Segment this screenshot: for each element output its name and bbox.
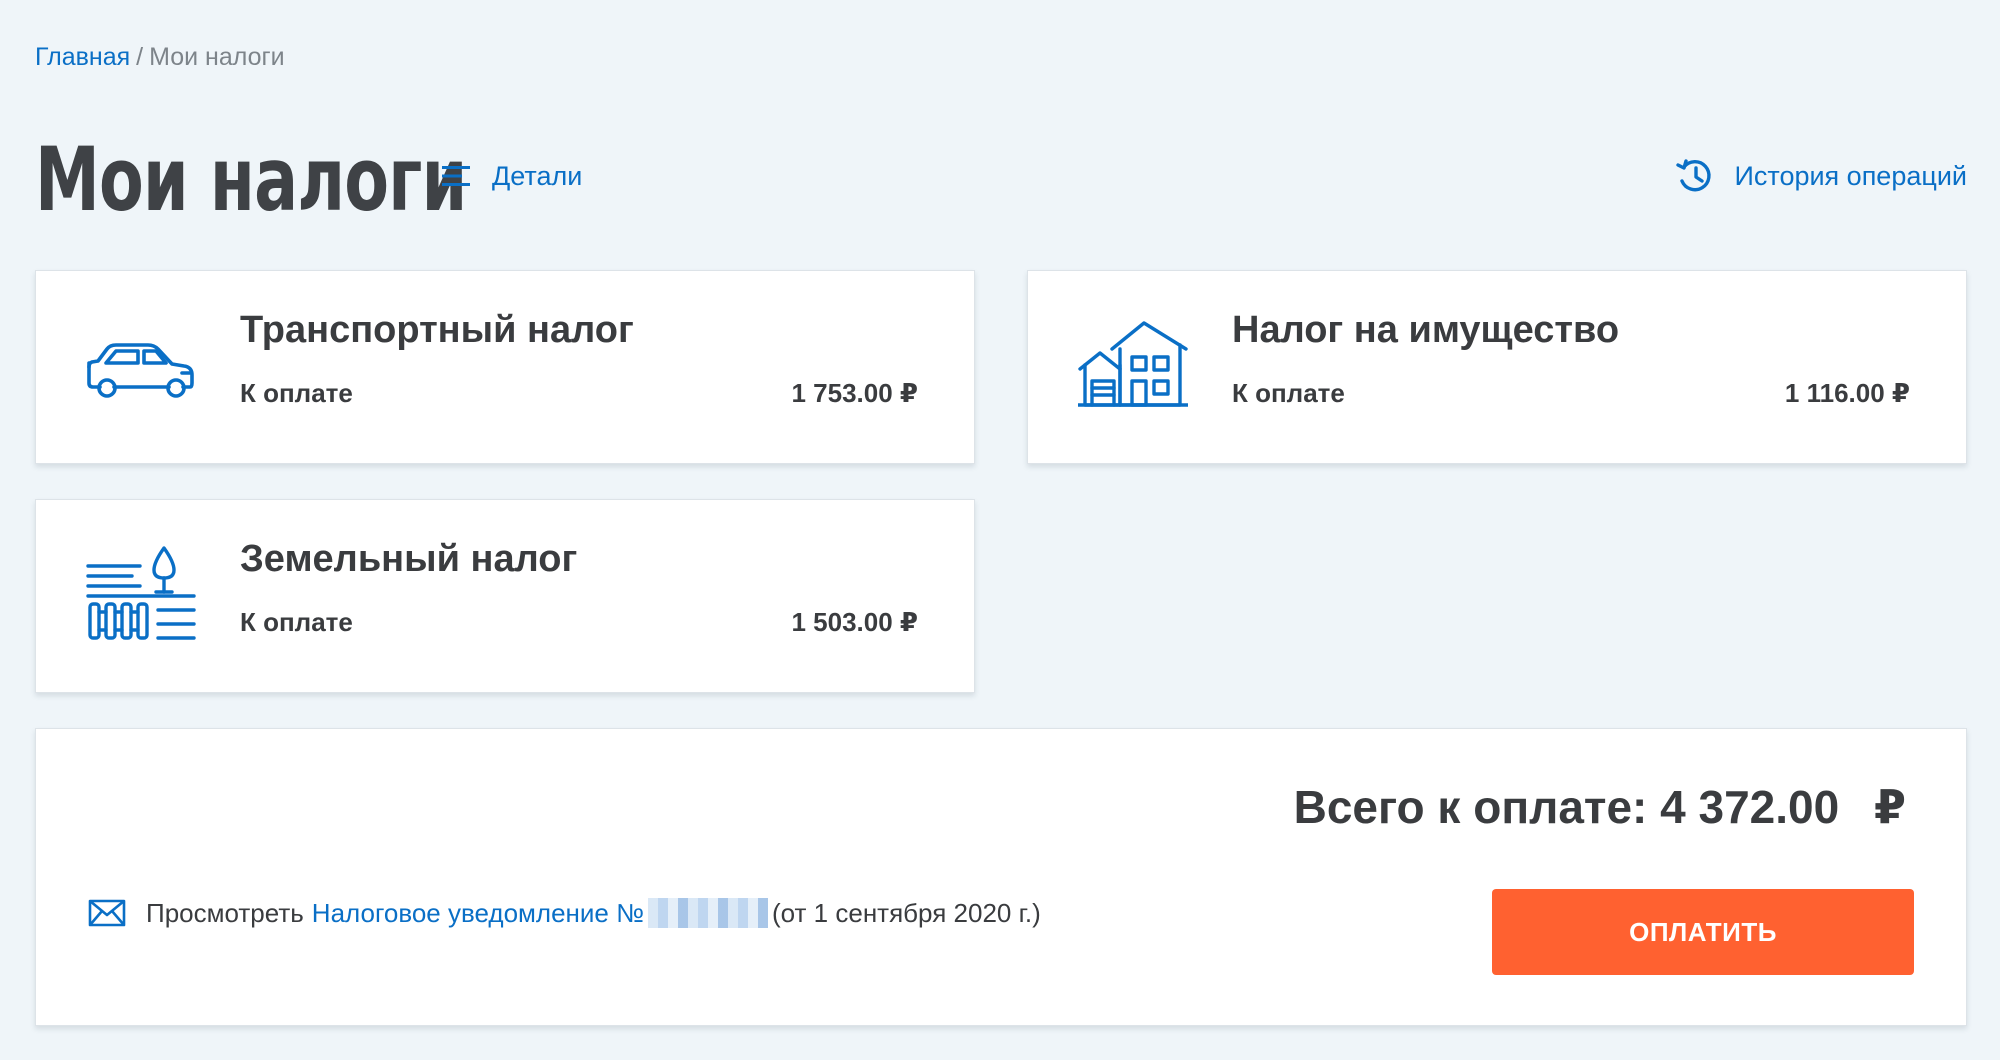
notice-prefix: Просмотреть (146, 898, 304, 928)
tax-title: Земельный налог (240, 538, 578, 580)
details-link[interactable]: Детали (442, 158, 582, 194)
envelope-icon (88, 899, 126, 927)
tax-amount: 1 116.00 ₽ (1784, 378, 1910, 408)
tax-title: Налог на имущество (1232, 309, 1620, 351)
tax-amount: 1 503.00 ₽ (791, 607, 918, 637)
tax-card-land[interactable]: Земельный налог К оплате 1 503.00 ₽ (35, 499, 975, 693)
tax-card-property[interactable]: Налог на имущество К оплате 1 116.00 ₽ (1027, 270, 1967, 464)
menu-lines-icon (442, 166, 470, 186)
house-icon (1078, 321, 1188, 407)
breadcrumb-current: Мои налоги (149, 43, 285, 71)
pay-button[interactable]: ОПЛАТИТЬ (1492, 889, 1914, 975)
total-label: Всего к оплате: (1293, 781, 1648, 833)
breadcrumb: Главная / Мои налоги (35, 42, 285, 72)
notice-date: (от 1 сентября 2020 г.) (772, 898, 1041, 928)
tax-notice-link[interactable]: Налоговое уведомление № (312, 895, 644, 931)
total-amount: 4 372.00 (1660, 781, 1840, 833)
tax-notice-row: Просмотреть Налоговое уведомление № (от … (88, 895, 1041, 931)
tax-due-label: К оплате (1232, 378, 1345, 408)
payment-summary-panel: Всего к оплате: 4 372.00 ₽ Просмотреть Н… (35, 728, 1967, 1026)
tax-title: Транспортный налог (240, 309, 634, 351)
page-title: Мои налоги (35, 128, 467, 231)
history-clock-icon (1676, 159, 1712, 192)
tax-card-transport[interactable]: Транспортный налог К оплате 1 753.00 ₽ (35, 270, 975, 464)
car-icon (87, 343, 194, 398)
total-currency: ₽ (1873, 781, 1906, 833)
history-link[interactable]: История операций (1676, 156, 1967, 196)
tax-due-label: К оплате (240, 378, 353, 408)
land-plot-icon (86, 546, 196, 640)
details-label: Детали (492, 161, 583, 191)
redacted-notice-number (648, 898, 768, 928)
tax-amount: 1 753.00 ₽ (791, 378, 918, 408)
history-label: История операций (1734, 161, 1967, 191)
breadcrumb-separator: / (136, 43, 144, 71)
breadcrumb-home-link[interactable]: Главная (35, 43, 130, 71)
total-due: Всего к оплате: 4 372.00 ₽ (1294, 779, 1906, 835)
tax-due-label: К оплате (240, 607, 353, 637)
